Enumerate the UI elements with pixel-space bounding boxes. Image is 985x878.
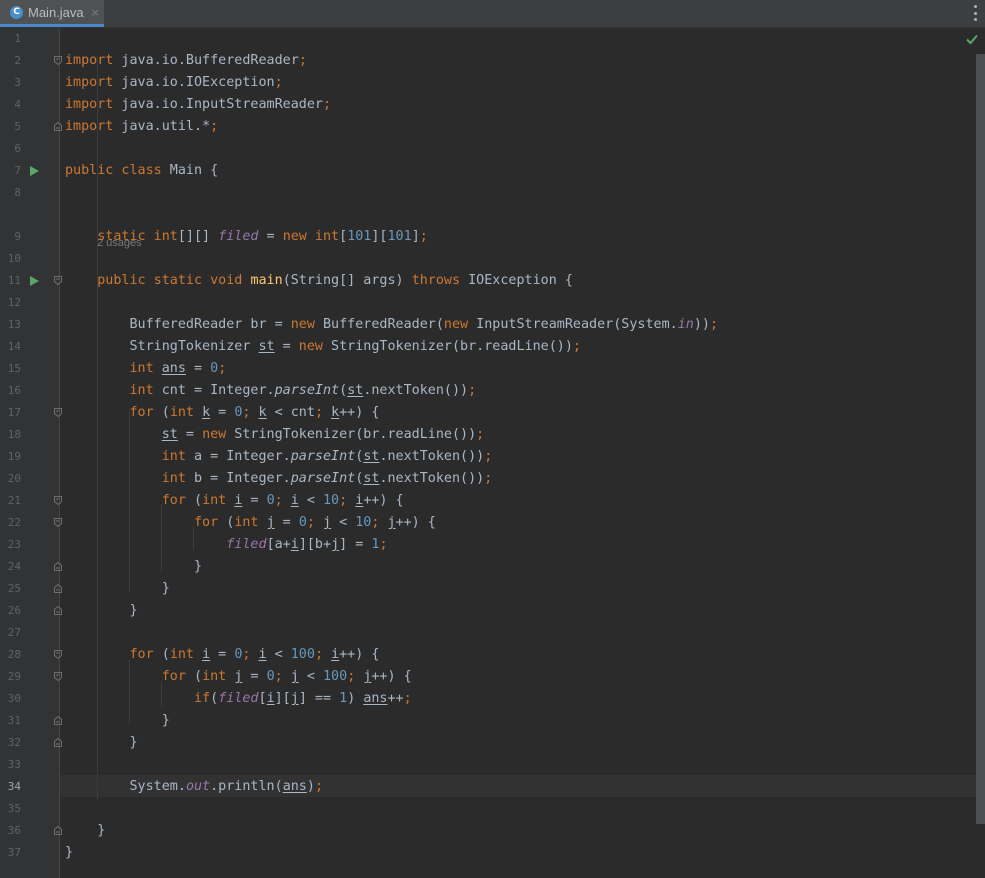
line-number[interactable]: 37	[0, 842, 21, 864]
indent-guide	[129, 410, 130, 592]
line-number[interactable]: 30	[0, 688, 21, 710]
line-number[interactable]: 5	[0, 116, 21, 138]
code-line[interactable]: if(filed[i][j] == 1) ans++;	[65, 688, 412, 710]
line-number[interactable]: 31	[0, 710, 21, 732]
check-icon[interactable]	[965, 32, 979, 46]
editor-gutter[interactable]: 1 2 3 4 5 6 7 8 9 10 11 12 13 14 15 16 17 18 19 20 21 22 23 24 2…	[0, 28, 62, 878]
line-number[interactable]: 10	[0, 248, 21, 270]
indent-guide	[161, 504, 162, 572]
line-number[interactable]: 29	[0, 666, 21, 688]
line-number[interactable]: 28	[0, 644, 21, 666]
line-number[interactable]: 26	[0, 600, 21, 622]
line-number[interactable]: 1	[0, 28, 21, 50]
line-number[interactable]: 3	[0, 72, 21, 94]
code-line[interactable]: filed[a+i][b+j] = 1;	[65, 534, 387, 556]
code-line[interactable]: int cnt = Integer.parseInt(st.nextToken(…	[65, 380, 477, 402]
java-class-icon: C	[10, 5, 23, 19]
vertical-scrollbar[interactable]	[976, 54, 985, 824]
line-number[interactable]: 4	[0, 94, 21, 116]
line-number[interactable]: 22	[0, 512, 21, 534]
line-number[interactable]: 34	[0, 776, 21, 798]
line-number[interactable]: 11	[0, 270, 21, 292]
line-number[interactable]: 8	[0, 182, 21, 204]
code-line[interactable]: }	[65, 732, 137, 754]
code-line[interactable]: }	[65, 600, 137, 622]
code-line[interactable]: import java.util.*;	[65, 116, 218, 138]
line-number[interactable]: 16	[0, 380, 21, 402]
line-number[interactable]: 24	[0, 556, 21, 578]
code-line[interactable]: for (int i = 0; i < 10; i++) {	[65, 490, 404, 512]
run-gutter-icon[interactable]	[30, 276, 39, 286]
vertical-ellipsis-icon[interactable]	[973, 5, 977, 21]
run-gutter-icon[interactable]	[30, 166, 39, 176]
code-line[interactable]: for (int j = 0; j < 100; j++) {	[65, 666, 412, 688]
line-number[interactable]: 15	[0, 358, 21, 380]
code-line[interactable]: BufferedReader br = new BufferedReader(n…	[65, 314, 718, 336]
code-line[interactable]: static int[][] filed = new int[101][101]…	[65, 226, 428, 248]
tab-main-java[interactable]: C Main.java ×	[0, 0, 104, 27]
line-number[interactable]: 25	[0, 578, 21, 600]
code-line[interactable]: for (int k = 0; k < cnt; k++) {	[65, 402, 380, 424]
close-icon[interactable]: ×	[91, 6, 100, 19]
line-number[interactable]: 17	[0, 402, 21, 424]
code-line[interactable]: public static void main(String[] args) t…	[65, 270, 573, 292]
code-editor[interactable]: 2 usages import java.io.BufferedReader; i…	[60, 28, 985, 878]
code-line[interactable]: }	[65, 578, 170, 600]
code-line[interactable]: }	[65, 820, 105, 842]
line-number[interactable]: 2	[0, 50, 21, 72]
line-number[interactable]: 18	[0, 424, 21, 446]
line-number[interactable]: 19	[0, 446, 21, 468]
code-line[interactable]: import java.io.BufferedReader;	[65, 50, 307, 72]
line-number[interactable]: 35	[0, 798, 21, 820]
code-line[interactable]: }	[65, 842, 73, 864]
line-number[interactable]: 33	[0, 754, 21, 776]
line-number[interactable]: 21	[0, 490, 21, 512]
editor-tab-bar: C Main.java ×	[0, 0, 985, 28]
line-number[interactable]: 23	[0, 534, 21, 556]
code-line[interactable]: public class Main {	[65, 160, 218, 182]
code-line[interactable]: import java.io.InputStreamReader;	[65, 94, 331, 116]
line-number[interactable]: 13	[0, 314, 21, 336]
indent-guide	[193, 526, 194, 550]
code-line[interactable]: st = new StringTokenizer(br.readLine());	[65, 424, 484, 446]
line-number[interactable]: 7	[0, 160, 21, 182]
code-line[interactable]: System.out.println(ans);	[65, 776, 323, 798]
code-line[interactable]: }	[65, 556, 202, 578]
line-number[interactable]: 27	[0, 622, 21, 644]
indent-guide	[129, 660, 130, 724]
indent-guide	[97, 56, 98, 800]
line-number[interactable]: 6	[0, 138, 21, 160]
line-number[interactable]: 36	[0, 820, 21, 842]
code-line[interactable]: for (int j = 0; j < 10; j++) {	[65, 512, 436, 534]
code-line[interactable]: for (int i = 0; i < 100; i++) {	[65, 644, 380, 666]
code-line[interactable]: StringTokenizer st = new StringTokenizer…	[65, 336, 580, 358]
tab-title: Main.java	[28, 4, 84, 20]
code-line[interactable]: int ans = 0;	[65, 358, 227, 380]
line-number[interactable]: 9	[0, 226, 21, 248]
line-number[interactable]: 32	[0, 732, 21, 754]
line-number[interactable]: 14	[0, 336, 21, 358]
line-number[interactable]: 12	[0, 292, 21, 314]
code-line[interactable]: }	[65, 710, 170, 732]
indent-guide	[161, 682, 162, 706]
line-number[interactable]: 20	[0, 468, 21, 490]
